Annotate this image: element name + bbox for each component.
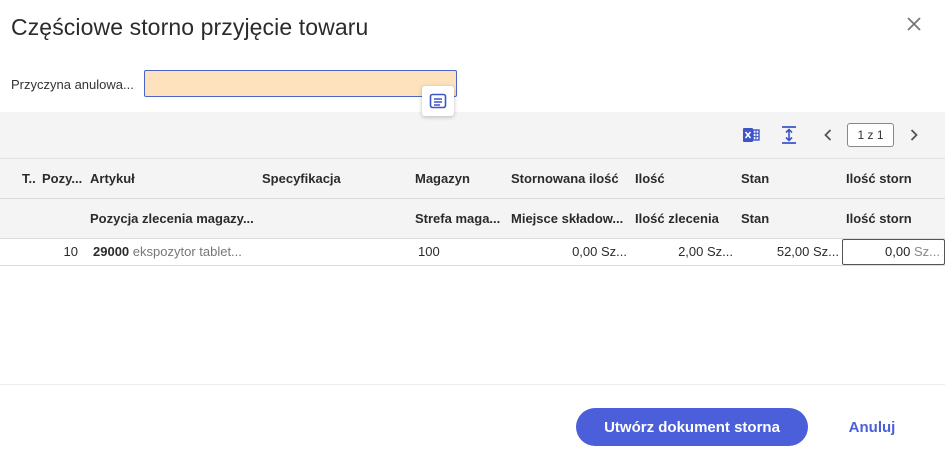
dialog-title: Częściowe storno przyjęcie towaru	[11, 14, 369, 40]
row-height-icon	[782, 126, 796, 144]
footer-divider	[0, 384, 945, 385]
article-name: ekspozytor tablet...	[132, 244, 242, 259]
reason-input[interactable]	[144, 70, 457, 97]
col-header-position[interactable]: Pozy...	[42, 159, 86, 199]
list-lookup-icon	[429, 93, 447, 109]
header-row-secondary: Pozycja zlecenia magazy... Strefa maga..…	[0, 199, 945, 239]
grid-header: T.. Pozy... Artykuł Specyfikacja Magazyn…	[0, 158, 945, 239]
cell-stock: 52,00 Sz...	[776, 244, 839, 259]
col-header-order-qty[interactable]: Ilość zlecenia	[635, 199, 735, 239]
cell-position: 10	[63, 244, 78, 259]
cancel-button[interactable]: Anuluj	[840, 412, 904, 442]
table-row[interactable]: 10 29000 ekspozytor tablet... 100 0,00 S…	[0, 238, 945, 266]
excel-export-button[interactable]	[740, 124, 762, 146]
col-header-order-position[interactable]: Pozycja zlecenia magazy...	[90, 199, 254, 239]
col-header-storage-location[interactable]: Miejsce składow...	[511, 199, 627, 239]
excel-export-icon	[743, 128, 760, 142]
col-header-stock-2[interactable]: Stan	[741, 199, 831, 239]
col-header-stock[interactable]: Stan	[741, 159, 831, 199]
next-page-button[interactable]	[903, 124, 925, 146]
page-indicator[interactable]: 1 z 1	[847, 123, 894, 147]
create-storno-document-button[interactable]: Utwórz dokument storna	[576, 408, 808, 446]
reason-label: Przyczyna anulowa...	[11, 77, 134, 92]
cell-qty: 2,00 Sz...	[678, 244, 733, 259]
cell-article: 29000 ekspozytor tablet...	[93, 238, 253, 266]
cell-warehouse: 100	[418, 244, 440, 259]
storno-input-value: 0,00	[885, 244, 911, 259]
col-header-specification[interactable]: Specyfikacja	[262, 159, 402, 199]
prev-page-button[interactable]	[817, 124, 839, 146]
grid-toolbar	[0, 112, 945, 158]
header-row-primary: T.. Pozy... Artykuł Specyfikacja Magazyn…	[0, 159, 945, 199]
cell-storno-qty: 0,00 Sz...	[572, 244, 627, 259]
reason-lookup-button[interactable]	[422, 86, 454, 116]
col-header-qty[interactable]: Ilość	[635, 159, 730, 199]
col-header-storno-amount-2[interactable]: Ilość storn	[846, 199, 945, 239]
close-icon	[907, 17, 921, 31]
storno-input-unit: Sz...	[913, 244, 940, 259]
storno-amount-input[interactable]: 0,00 Sz...	[842, 239, 945, 265]
chevron-right-icon	[910, 129, 918, 141]
col-header-storno-amount[interactable]: Ilość storn	[846, 159, 945, 199]
col-header-article[interactable]: Artykuł	[90, 159, 250, 199]
col-header-type[interactable]: T..	[22, 159, 40, 199]
col-header-zone[interactable]: Strefa maga...	[415, 199, 503, 239]
col-header-warehouse[interactable]: Magazyn	[415, 159, 505, 199]
article-code: 29000	[93, 244, 130, 259]
close-button[interactable]	[901, 11, 927, 37]
row-height-button[interactable]	[778, 124, 800, 146]
col-header-storno-qty[interactable]: Stornowana ilość	[511, 159, 629, 199]
chevron-left-icon	[824, 129, 832, 141]
